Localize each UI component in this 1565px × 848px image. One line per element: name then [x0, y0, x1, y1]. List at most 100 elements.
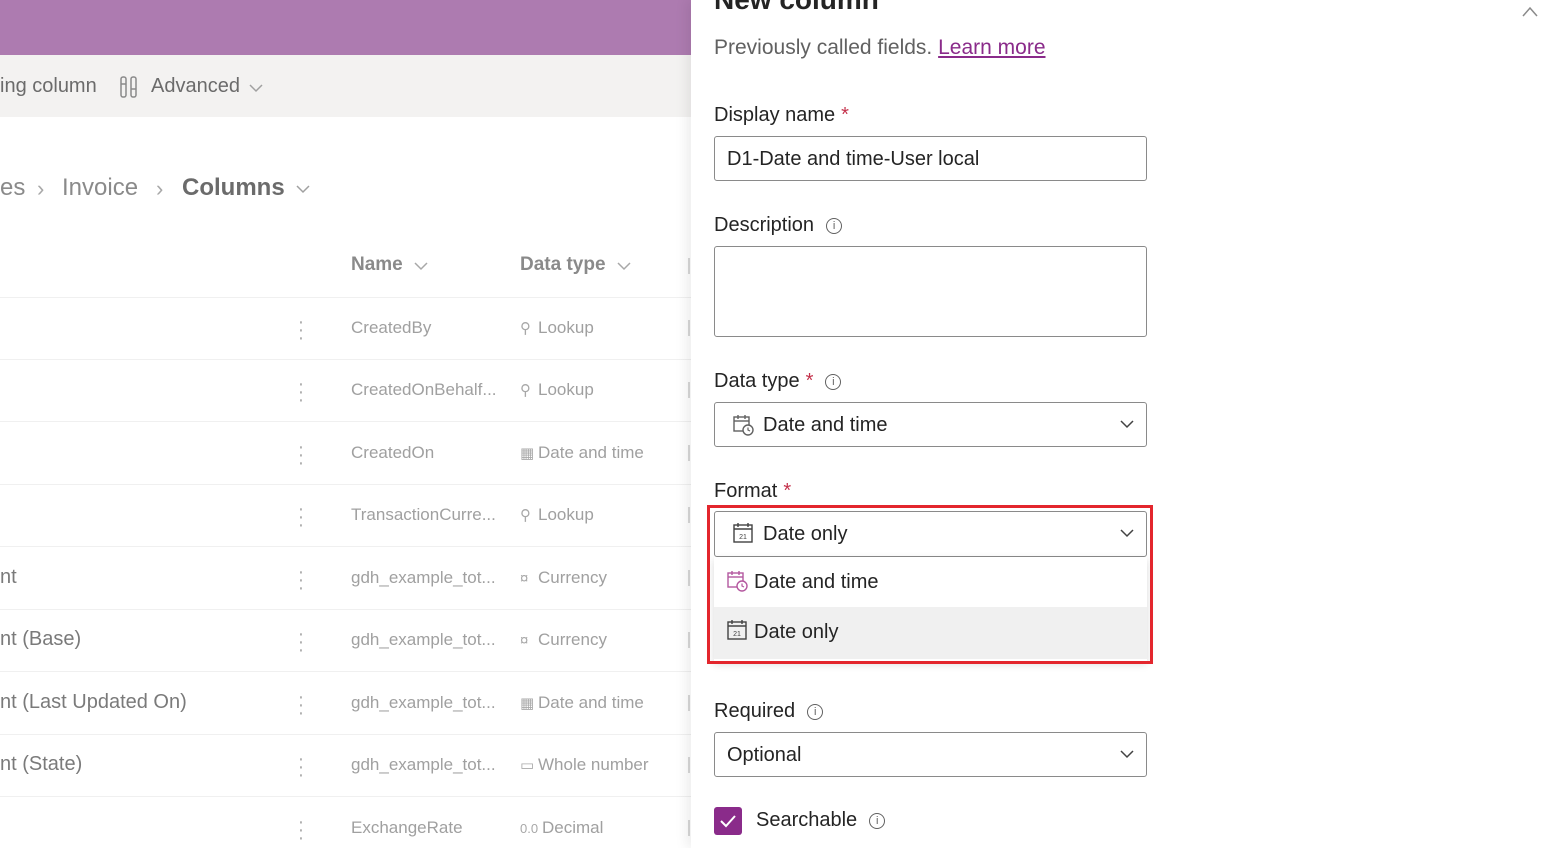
row-data-type-label: Whole number [538, 755, 649, 774]
info-icon[interactable]: i [869, 813, 886, 829]
breadcrumb-separator-icon: › [37, 176, 45, 201]
existing-column-button[interactable]: ing column [0, 75, 97, 98]
row-data-type-label: Lookup [538, 380, 594, 399]
sort-chevron-icon[interactable] [414, 259, 428, 273]
breadcrumb-item[interactable]: es [0, 174, 25, 202]
row-divider [0, 546, 700, 547]
description-label-text: Description [714, 214, 815, 236]
advanced-tools-icon [120, 76, 137, 98]
learn-more-link[interactable]: Learn more [938, 36, 1045, 59]
column-header-data-type[interactable]: Data type [520, 254, 606, 276]
info-icon[interactable]: i [825, 374, 842, 390]
row-schema-name: ExchangeRate [351, 818, 463, 837]
row-data-type: ⚲ Lookup [520, 380, 594, 400]
more-options-icon[interactable]: · · · [296, 374, 306, 410]
row-schema-name: gdh_example_tot... [351, 755, 496, 774]
row-divider [0, 297, 700, 298]
row-data-type-label: Date and time [538, 693, 644, 712]
row-divider [0, 609, 700, 610]
row-schema-name: CreatedOnBehalf... [351, 380, 497, 399]
chevron-down-icon[interactable] [296, 182, 310, 196]
info-icon[interactable]: i [807, 704, 824, 720]
more-options-icon[interactable]: · · · [296, 437, 306, 473]
format-label-text: Format [714, 480, 778, 502]
breadcrumb-item-invoice[interactable]: Invoice [62, 174, 138, 202]
row-divider [0, 734, 700, 735]
sort-chevron-icon[interactable] [617, 259, 631, 273]
row-data-type: ¤ Currency [520, 630, 607, 650]
column-divider [688, 757, 690, 773]
row-data-type-label: Date and time [538, 443, 644, 462]
description-textarea[interactable] [714, 246, 1147, 337]
advanced-button[interactable]: Advanced [151, 75, 240, 98]
row-divider [0, 359, 700, 360]
required-asterisk: * [841, 104, 849, 126]
row-data-type-label: Currency [538, 568, 607, 587]
column-divider [688, 632, 690, 648]
row-display-name: nt (Base) [0, 628, 82, 650]
chevron-down-icon [1120, 420, 1134, 429]
row-display-name: nt (State) [0, 753, 83, 775]
info-icon[interactable]: i [826, 218, 843, 234]
row-schema-name: gdh_example_tot... [351, 630, 496, 649]
app-header-bar [0, 0, 700, 55]
row-data-type-label: Lookup [538, 505, 594, 524]
display-name-label: Display name * [714, 104, 849, 127]
row-data-type: ▭ Whole number [520, 755, 649, 775]
column-divider [688, 445, 690, 461]
display-name-label-text: Display name [714, 104, 836, 126]
row-divider [0, 421, 700, 422]
close-icon[interactable] [1521, 4, 1539, 18]
more-options-icon[interactable]: · · · [296, 749, 306, 785]
column-divider [688, 570, 690, 586]
row-data-type-label: Currency [538, 630, 607, 649]
row-display-name: nt [0, 566, 17, 588]
command-bar [0, 55, 700, 117]
more-options-icon[interactable]: · · · [296, 499, 306, 535]
display-name-input[interactable]: D1-Date and time-User local [714, 136, 1147, 181]
data-type-dropdown[interactable]: Date and time [714, 402, 1147, 447]
required-label-text: Required [714, 700, 796, 722]
row-schema-name: gdh_example_tot... [351, 568, 496, 587]
more-options-icon[interactable]: · · · [296, 624, 306, 660]
column-divider [688, 695, 690, 711]
searchable-checkbox[interactable] [714, 807, 742, 835]
row-data-type: ▦ Date and time [520, 693, 644, 713]
column-divider [688, 507, 690, 523]
calendar-clock-icon: ▦ [520, 445, 535, 462]
more-options-icon[interactable]: · · · [296, 812, 306, 848]
search-icon: ⚲ [520, 382, 531, 399]
required-dropdown[interactable]: Optional [714, 732, 1147, 777]
more-options-icon[interactable]: · · · [296, 312, 306, 348]
column-divider [688, 258, 690, 274]
more-options-icon[interactable]: · · · [296, 687, 306, 723]
column-divider [688, 820, 690, 836]
data-type-label-text: Data type [714, 370, 800, 392]
chevron-down-icon [249, 84, 263, 93]
search-icon: ⚲ [520, 507, 531, 524]
highlight-annotation [707, 505, 1153, 664]
row-schema-name: CreatedBy [351, 318, 432, 337]
row-schema-name: gdh_example_tot... [351, 693, 496, 712]
row-divider [0, 484, 700, 485]
panel-title: New column [714, 0, 879, 16]
format-label: Format * [714, 480, 791, 503]
data-type-value: Date and time [763, 414, 888, 436]
row-data-type: 0.0 Decimal [520, 818, 603, 838]
breadcrumb-item-columns[interactable]: Columns [182, 174, 285, 202]
row-divider [0, 796, 700, 797]
more-options-icon[interactable]: · · · [296, 562, 306, 598]
columns-list-area [0, 117, 700, 848]
row-divider [0, 671, 700, 672]
decimal-icon: 0.0 [520, 821, 539, 836]
column-divider [688, 320, 690, 336]
row-data-type-label: Decimal [542, 818, 604, 837]
searchable-label: Searchable i [756, 809, 886, 832]
panel-subtitle: Previously called fields. Learn more [714, 36, 1046, 60]
row-data-type: ¤ Currency [520, 568, 607, 588]
row-schema-name: TransactionCurre... [351, 505, 496, 524]
number-icon: ▭ [520, 757, 535, 774]
currency-icon: ¤ [520, 632, 529, 649]
row-data-type: ▦ Date and time [520, 443, 644, 463]
column-header-name[interactable]: Name [351, 254, 403, 276]
